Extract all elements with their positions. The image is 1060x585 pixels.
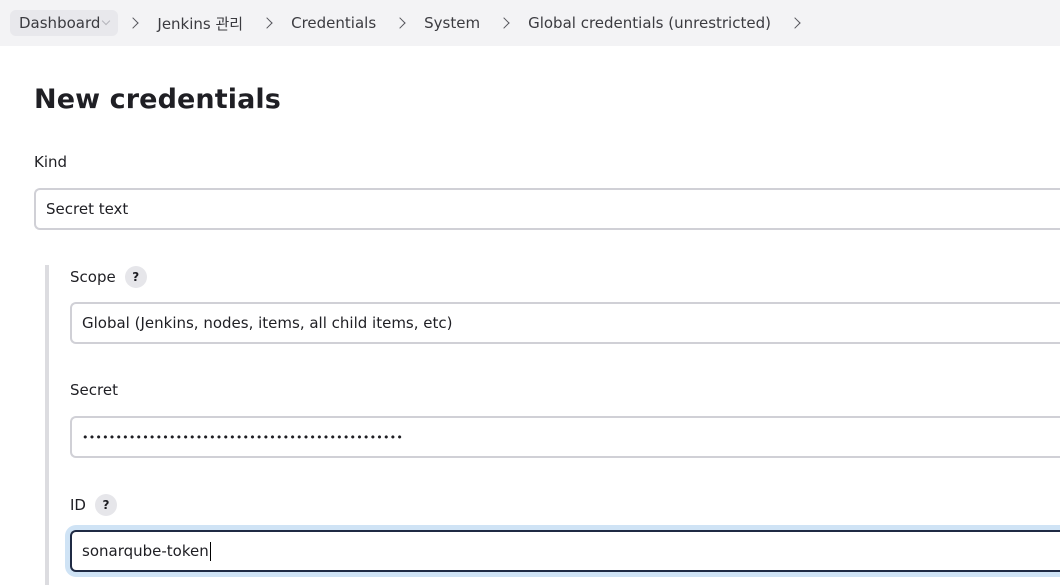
scope-label-text: Scope [70,268,116,286]
kind-select-value: Secret text [46,200,129,218]
id-label-text: ID [70,496,86,514]
scope-select-value: Global (Jenkins, nodes, items, all child… [82,314,453,332]
chevron-right-icon [498,17,510,29]
kind-label-text: Kind [34,153,68,171]
page-title: New credentials [34,84,281,115]
id-help-icon[interactable]: ? [94,494,117,516]
id-input-value: sonarqube-token [82,542,209,560]
breadcrumb-item-credentials[interactable]: Credentials [282,10,385,36]
chevron-right-icon [261,17,273,29]
breadcrumb-label: Dashboard [19,14,101,32]
chevron-right-icon [127,17,140,29]
chevron-down-icon[interactable] [102,16,111,26]
scope-help-icon[interactable]: ? [124,266,147,288]
scope-select[interactable]: Global (Jenkins, nodes, items, all child… [70,302,1060,344]
breadcrumb-item-global-credentials[interactable]: Global credentials (unrestricted) [519,10,780,36]
breadcrumb-item-system[interactable]: System [415,10,489,36]
secret-input[interactable]: ••••••••••••••••••••••••••••••••••••••••… [70,416,1060,458]
chevron-right-icon [394,17,406,29]
nested-section-indicator [45,265,49,585]
text-caret [209,541,212,561]
breadcrumb-item-dashboard[interactable]: Dashboard [10,10,119,36]
breadcrumb-item-manage-jenkins[interactable]: Jenkins 관리 [148,9,252,38]
secret-input-value: ••••••••••••••••••••••••••••••••••••••••… [82,430,404,444]
secret-label-text: Secret [70,381,118,399]
breadcrumb: Dashboard Jenkins 관리 Credentials System … [0,0,1060,46]
chevron-right-icon[interactable] [789,17,801,29]
kind-select[interactable]: Secret text [34,188,1060,230]
kind-label: Kind [34,153,67,171]
scope-label: Scope ? [70,265,147,289]
id-label: ID ? [70,493,117,517]
id-input[interactable]: sonarqube-token [70,530,1060,572]
secret-label: Secret [70,381,118,399]
